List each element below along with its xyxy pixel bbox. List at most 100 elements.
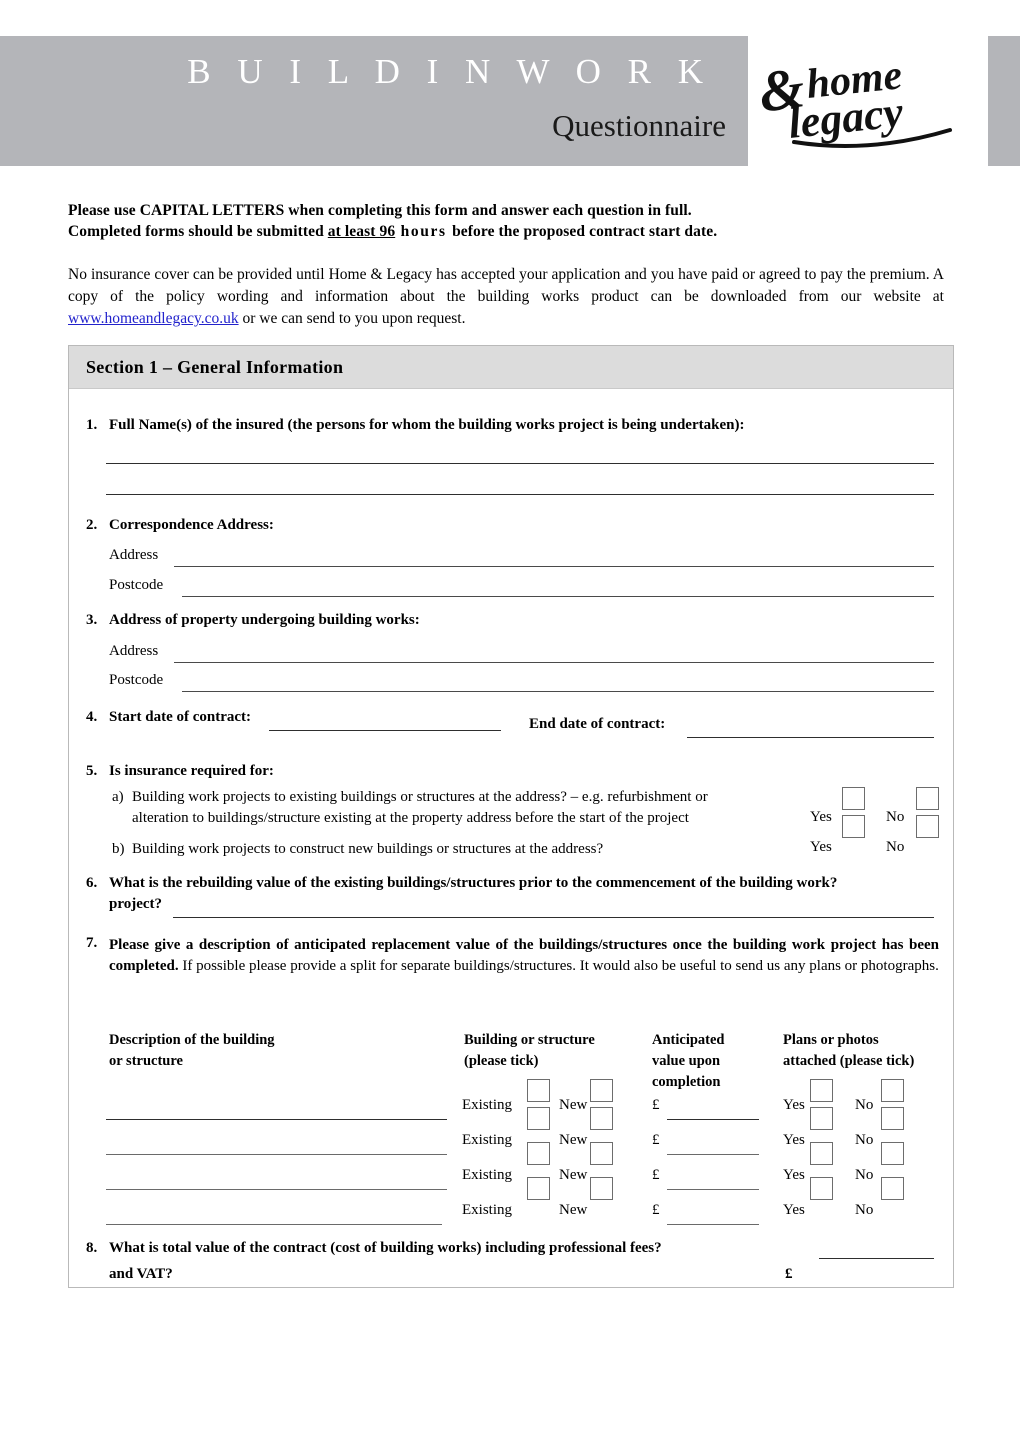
question-3-address-label: Address [109, 643, 159, 659]
page-subtitle: Questionnaire [552, 108, 726, 143]
table-row-1-currency: £ [652, 1097, 660, 1113]
question-5a-no-checkbox[interactable] [916, 787, 939, 810]
table-col1-header: Description of the building or structure [109, 1030, 369, 1072]
table-row-2-value-input[interactable] [667, 1154, 759, 1155]
table-row-1-yes-label: Yes [783, 1097, 805, 1113]
table-row-2-new-checkbox[interactable] [590, 1142, 613, 1165]
table-row-0-existing-checkbox[interactable] [527, 1079, 550, 1102]
question-5b-yes-checkbox[interactable] [842, 815, 865, 838]
question-5b-no-checkbox[interactable] [916, 815, 939, 838]
question-5a-yes-checkbox[interactable] [842, 787, 865, 810]
table-row-1-existing-label: Existing [462, 1097, 513, 1113]
question-4-end-date-input[interactable] [687, 737, 934, 738]
table-col4-header: Plans or photos attached (please tick) [783, 1030, 948, 1072]
table-row-1-value-input[interactable] [667, 1119, 759, 1120]
question-1-text: Full Name(s) of the insured (the persons… [109, 417, 745, 433]
table-row-4-currency: £ [652, 1202, 660, 1218]
section-1-header: Section 1 – General Information [69, 346, 953, 389]
table-row-2-description-input[interactable] [106, 1154, 447, 1155]
question-5b-no-label: No [886, 839, 905, 855]
question-4-start-date-input[interactable] [269, 730, 501, 731]
table-row-4-yes-label: Yes [783, 1202, 805, 1218]
table-row-2-new-label: New [559, 1132, 588, 1148]
table-row-2-existing-checkbox[interactable] [527, 1142, 550, 1165]
table-row-3-new-checkbox[interactable] [590, 1177, 613, 1200]
table-row-1-existing-checkbox[interactable] [527, 1107, 550, 1130]
table-row-0-yes-checkbox[interactable] [810, 1079, 833, 1102]
question-5a-yes-label: Yes [810, 809, 832, 825]
question-6-line-1: What is the rebuilding value of the exis… [109, 875, 838, 891]
intro-instruction-line-2: Completed forms should be submitted at l… [68, 221, 944, 242]
table-col3-header-line3: completion [652, 1074, 721, 1090]
table-row-2-existing-label: Existing [462, 1132, 513, 1148]
table-row-3-yes-checkbox[interactable] [810, 1177, 833, 1200]
intro-spaced-emphasis: hours [395, 223, 453, 240]
question-1-input-line-1[interactable] [106, 463, 934, 464]
table-row-0-new-checkbox[interactable] [590, 1079, 613, 1102]
homeandlegacy-website-link[interactable]: www.homeandlegacy.co.uk [68, 310, 239, 327]
table-row-4-value-input[interactable] [667, 1224, 759, 1225]
table-row-4-no-label: No [855, 1202, 874, 1218]
question-5a-no-label: No [886, 809, 905, 825]
intro-line2-period: . [713, 223, 718, 240]
question-2-postcode-label: Postcode [109, 577, 164, 593]
question-5-number: 5. [86, 763, 98, 779]
question-4-number: 4. [86, 709, 98, 725]
question-7-regular-text: If possible please provide a split for s… [178, 958, 939, 974]
table-col2-header: Building or structure (please tick) [464, 1030, 634, 1072]
table-row-2-yes-label: Yes [783, 1132, 805, 1148]
question-1-input-line-2[interactable] [106, 494, 934, 495]
table-row-4-description-input[interactable] [106, 1224, 442, 1225]
table-col3-header: Anticipated value upon completion [652, 1030, 762, 1093]
question-3-postcode-input[interactable] [182, 691, 934, 692]
intro-body-text-a: No insurance cover can be provided until… [68, 266, 944, 305]
header-accent-strip [988, 36, 1020, 166]
question-6-value-input[interactable] [173, 917, 934, 918]
intro-line1-text: Please use CAPITAL LETTERS when completi… [68, 202, 692, 219]
table-col4-header-line2: attached (please tick) [783, 1053, 915, 1069]
table-row-3-existing-checkbox[interactable] [527, 1177, 550, 1200]
table-row-1-new-checkbox[interactable] [590, 1107, 613, 1130]
question-5a-line-1: Building work projects to existing build… [132, 789, 708, 805]
question-4-start-date-label: Start date of contract: [109, 709, 252, 725]
table-row-1-no-checkbox[interactable] [881, 1107, 904, 1130]
intro-line2-suffix: before the proposed contract start date [452, 223, 714, 240]
question-2-number: 2. [86, 517, 98, 533]
section-1-title: Section 1 – General Information [86, 356, 344, 377]
intro-line2-prefix: Completed forms should be submitted [68, 223, 328, 240]
question-5b-line-1: Building work projects to construct new … [132, 841, 604, 857]
form-page: B U I L D I N W O R K Questionnaire & ho… [0, 0, 1020, 1441]
question-3-postcode-label: Postcode [109, 672, 164, 688]
table-row-1-yes-checkbox[interactable] [810, 1107, 833, 1130]
table-col1-header-line1: Description of the building [109, 1032, 275, 1048]
question-7-number: 7. [86, 935, 98, 951]
table-row-3-value-input[interactable] [667, 1189, 759, 1190]
question-6-line-2: project? [109, 896, 163, 912]
home-legacy-logo: & home legacy [760, 50, 980, 150]
question-8-value-input[interactable] [819, 1258, 934, 1259]
table-row-3-no-checkbox[interactable] [881, 1177, 904, 1200]
question-3-address-input[interactable] [174, 662, 934, 663]
table-row-2-yes-checkbox[interactable] [810, 1142, 833, 1165]
question-1-number: 1. [86, 417, 98, 433]
question-8-line-2: and VAT? [109, 1266, 173, 1282]
table-row-3-no-label: No [855, 1167, 874, 1183]
table-row-3-new-label: New [559, 1167, 588, 1183]
table-row-2-no-checkbox[interactable] [881, 1142, 904, 1165]
table-col3-header-line1: Anticipated [652, 1032, 725, 1048]
intro-instruction-line-1: Please use CAPITAL LETTERS when completi… [68, 200, 944, 221]
question-2-address-input[interactable] [174, 566, 934, 567]
table-row-4-new-label: New [559, 1202, 588, 1218]
table-row-3-existing-label: Existing [462, 1167, 513, 1183]
table-row-1-description-input[interactable] [106, 1119, 447, 1120]
table-col1-header-line2: or structure [109, 1053, 183, 1069]
question-4-end-date-label: End date of contract: [529, 716, 666, 732]
table-row-2-no-label: No [855, 1132, 874, 1148]
intro-body-paragraph: No insurance cover can be provided until… [68, 264, 944, 330]
table-row-0-no-checkbox[interactable] [881, 1079, 904, 1102]
table-row-3-description-input[interactable] [106, 1189, 447, 1190]
question-3-number: 3. [86, 612, 98, 628]
table-row-2-currency: £ [652, 1132, 660, 1148]
question-2-postcode-input[interactable] [182, 596, 934, 597]
intro-text-block: Please use CAPITAL LETTERS when completi… [68, 200, 944, 330]
